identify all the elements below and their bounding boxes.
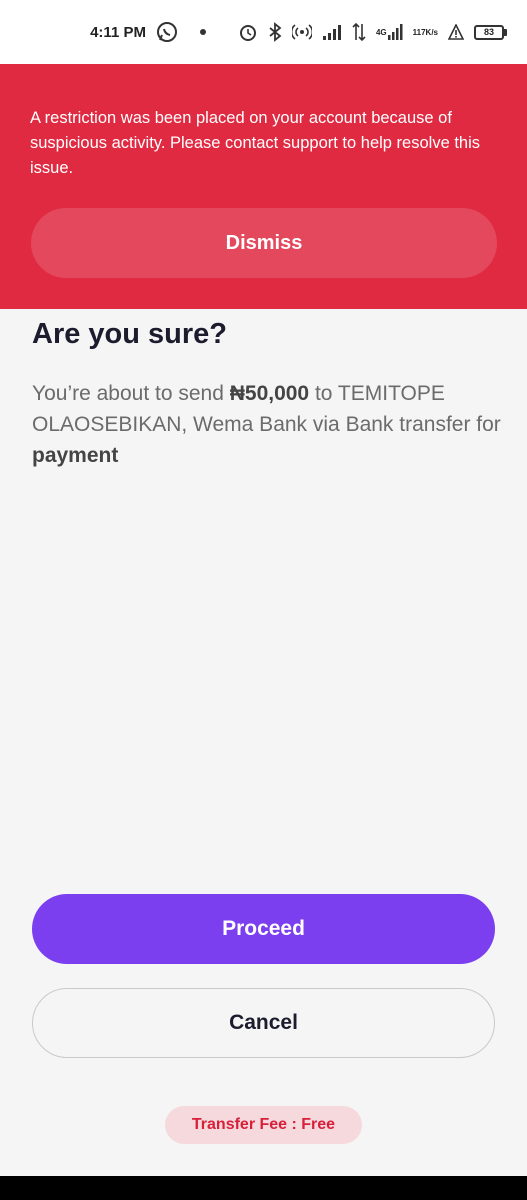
whatsapp-icon: [156, 21, 178, 43]
hotspot-icon: [291, 22, 312, 42]
data-arrows-icon: [352, 22, 366, 42]
dismiss-button[interactable]: Dismiss: [31, 208, 497, 278]
net-speed-unit: K/s: [425, 27, 438, 37]
notification-dot-icon: [199, 29, 206, 35]
net-speed-value: 117: [412, 27, 426, 37]
net-speed: 117 K/s: [413, 28, 438, 37]
transfer-fee-badge: Transfer Fee : Free: [165, 1106, 362, 1144]
battery-icon: 83: [474, 24, 507, 40]
transfer-amount: ₦50,000: [229, 382, 310, 405]
alarm-icon: [238, 22, 258, 42]
bluetooth-icon: [268, 22, 282, 42]
restriction-banner: A restriction was been placed on your ac…: [0, 64, 527, 309]
signal-icon: [322, 24, 342, 40]
clock: 4:11 PM: [90, 23, 146, 41]
battery-level: 83: [474, 24, 504, 40]
cancel-button[interactable]: Cancel: [32, 988, 495, 1058]
proceed-button[interactable]: Proceed: [32, 894, 495, 964]
transfer-purpose: payment: [32, 444, 119, 467]
restriction-message: A restriction was been placed on your ac…: [30, 109, 481, 177]
page-title: Are you sure?: [32, 318, 227, 350]
status-bar: 4:11 PM 4G 117 K/s 83: [0, 0, 527, 64]
warning-icon: [448, 24, 464, 40]
transfer-description: You’re about to send ₦50,000 to TEMITOPE…: [32, 378, 502, 471]
signal-4g-icon: 4G: [376, 24, 403, 40]
navigation-bar: [0, 1176, 527, 1200]
desc-prefix: You’re about to send: [32, 382, 230, 405]
